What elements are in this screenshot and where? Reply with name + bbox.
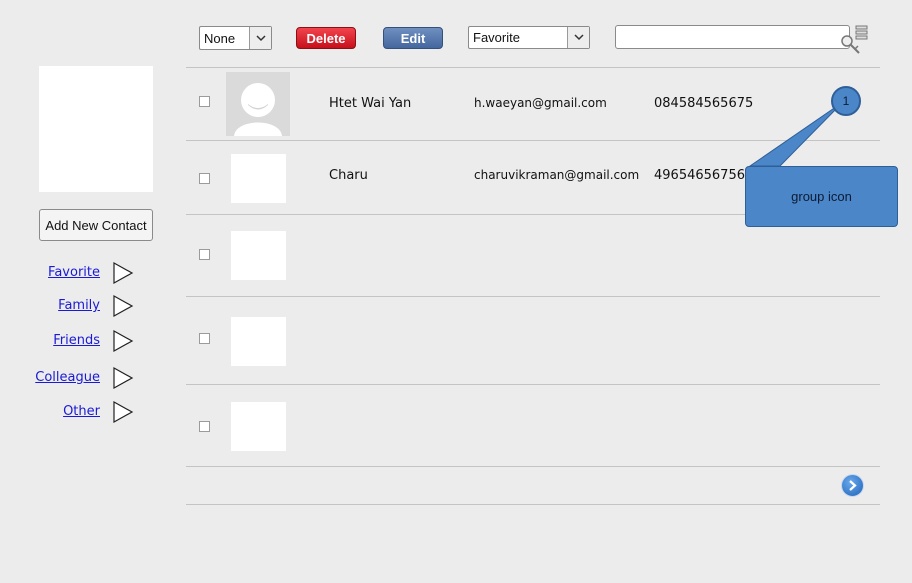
table-divider xyxy=(186,296,880,297)
search-input[interactable] xyxy=(615,25,850,49)
row-checkbox[interactable] xyxy=(199,249,210,260)
row-checkbox[interactable] xyxy=(199,173,210,184)
avatar xyxy=(226,72,290,136)
table-divider xyxy=(186,384,880,385)
friends-expand-icon[interactable] xyxy=(112,329,134,353)
group-link-other[interactable]: Other xyxy=(63,404,100,419)
chevron-right-icon xyxy=(849,480,857,491)
other-expand-icon[interactable] xyxy=(112,400,134,424)
group-icon-callout: group icon xyxy=(745,166,898,227)
avatar-placeholder xyxy=(231,317,286,366)
next-page-button[interactable] xyxy=(841,474,864,497)
group-link-favorite[interactable]: Favorite xyxy=(48,265,100,280)
favorite-expand-icon[interactable] xyxy=(112,261,134,285)
profile-photo-placeholder xyxy=(39,66,153,192)
family-expand-icon[interactable] xyxy=(112,294,134,318)
group-link-colleague[interactable]: Colleague xyxy=(35,370,100,385)
contact-name: Charu xyxy=(329,168,368,183)
add-new-contact-button[interactable]: Add New Contact xyxy=(39,209,153,241)
group-link-family[interactable]: Family xyxy=(58,298,100,313)
contact-name: Htet Wai Yan xyxy=(329,96,412,111)
row-checkbox[interactable] xyxy=(199,333,210,344)
contact-phone: 49654656756 xyxy=(654,168,745,183)
row-checkbox[interactable] xyxy=(199,96,210,107)
chevron-down-icon xyxy=(567,27,589,48)
avatar-placeholder xyxy=(231,231,286,280)
select-filter-value: None xyxy=(204,30,236,46)
select-filter-dropdown[interactable]: None xyxy=(199,26,272,50)
contact-email: h.waeyan@gmail.com xyxy=(474,96,607,110)
row-checkbox[interactable] xyxy=(199,421,210,432)
contact-email: charuvikraman@gmail.com xyxy=(474,168,640,182)
group-select-value: Favorite xyxy=(473,30,520,45)
delete-button[interactable]: Delete xyxy=(296,27,356,49)
contact-phone: 084584565675 xyxy=(654,96,754,111)
avatar-placeholder xyxy=(231,154,286,203)
keys-icon[interactable] xyxy=(839,24,871,56)
group-link-friends[interactable]: Friends xyxy=(53,333,100,348)
table-divider xyxy=(186,67,880,68)
avatar-placeholder xyxy=(231,402,286,451)
colleague-expand-icon[interactable] xyxy=(112,366,134,390)
group-select-dropdown[interactable]: Favorite xyxy=(468,26,590,49)
table-divider xyxy=(186,504,880,505)
chevron-down-icon xyxy=(249,27,271,49)
edit-button[interactable]: Edit xyxy=(383,27,443,49)
table-divider xyxy=(186,466,880,467)
annotation-marker: 1 xyxy=(831,86,861,116)
